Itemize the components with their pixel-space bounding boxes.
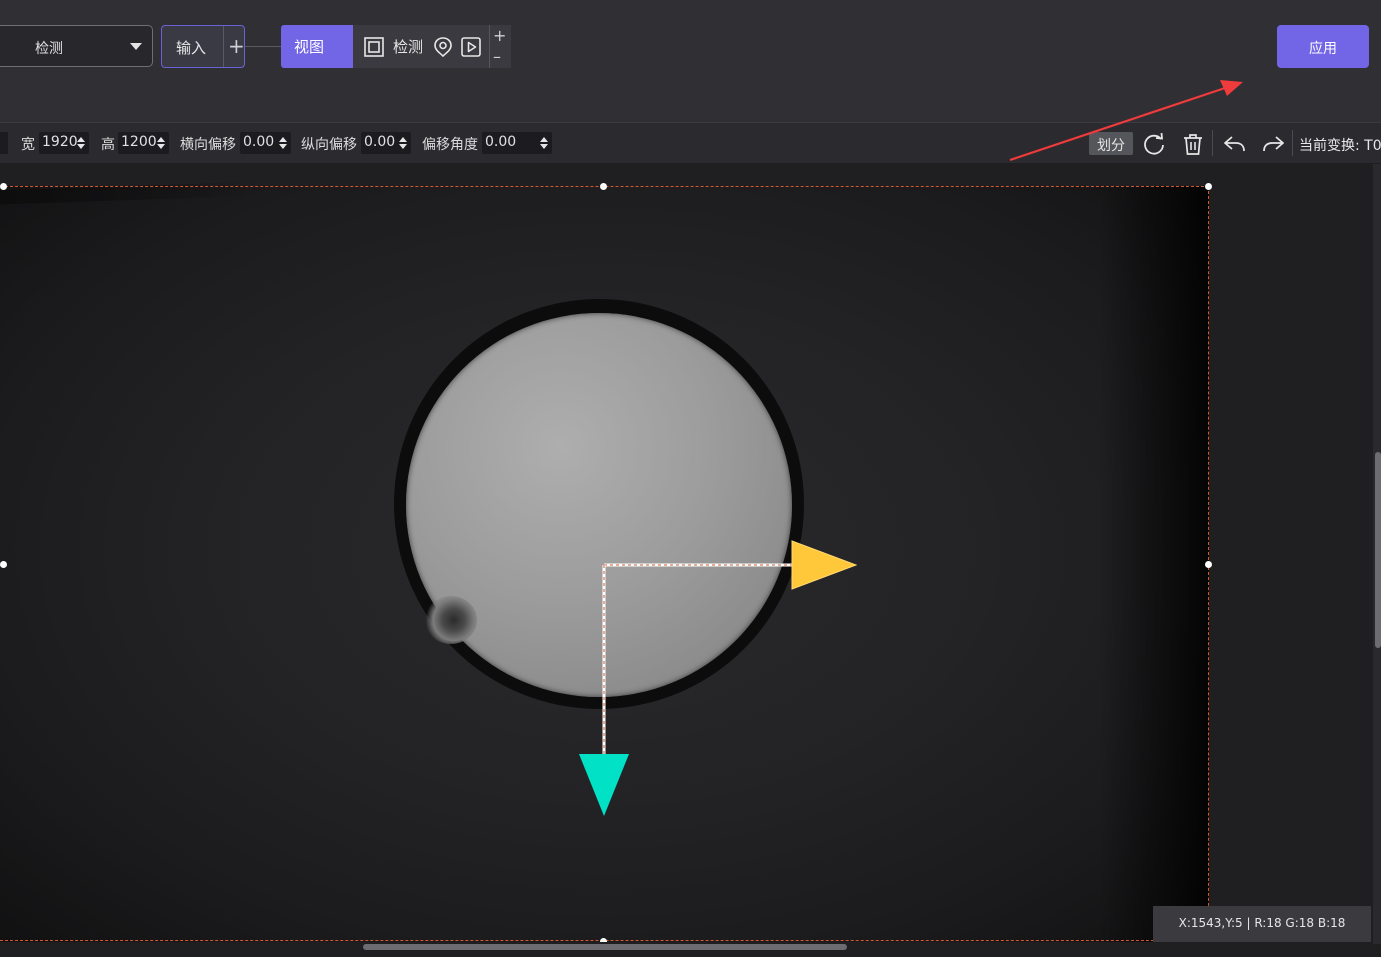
width-label: 宽 <box>21 137 35 153</box>
spinner-icon[interactable] <box>76 135 86 151</box>
width-input[interactable]: 1920 <box>39 132 89 154</box>
spinner-icon[interactable] <box>156 135 166 151</box>
height-value: 1200 <box>121 134 157 150</box>
input-node-label: 输入 <box>176 39 207 57</box>
horizontal-scroll-thumb[interactable] <box>363 944 847 950</box>
input-node[interactable]: 输入 + <box>161 25 245 68</box>
node-connector <box>245 46 281 47</box>
spinner-icon[interactable] <box>398 135 408 151</box>
view-toolbar: 检测 <box>353 25 489 68</box>
angle-value: 0.00 <box>485 134 517 150</box>
angle-input[interactable]: 0.00 <box>482 132 552 154</box>
zoom-out-button[interactable]: – <box>493 49 501 65</box>
divider <box>1212 130 1213 156</box>
roi-selection[interactable] <box>0 186 1209 941</box>
v-offset-value: 0.00 <box>364 134 396 150</box>
divide-button-label: 划分 <box>1097 138 1125 154</box>
v-offset-label: 纵向偏移 <box>301 137 357 153</box>
v-offset-input[interactable]: 0.00 <box>361 132 411 154</box>
play-icon[interactable] <box>460 25 482 68</box>
pixel-info-text: X:1543,Y:5 | R:18 G:18 B:18 <box>1178 916 1346 930</box>
add-input-button[interactable]: + <box>228 34 245 58</box>
resize-handle[interactable] <box>0 561 7 568</box>
height-label: 高 <box>101 137 115 153</box>
apply-button[interactable]: 应用 <box>1277 25 1369 68</box>
resize-handle[interactable] <box>0 183 7 190</box>
divider <box>1292 130 1293 156</box>
chevron-down-icon <box>130 43 142 50</box>
view-button[interactable]: 视图 <box>281 25 353 68</box>
zoom-controls: + – <box>489 25 511 68</box>
h-offset-input[interactable]: 0.00 <box>240 132 291 154</box>
trash-icon[interactable] <box>1180 131 1206 157</box>
divide-button[interactable]: 划分 <box>1089 132 1133 155</box>
width-value: 1920 <box>42 134 78 150</box>
resize-handle[interactable] <box>1205 183 1212 190</box>
undo-icon[interactable] <box>1222 131 1248 157</box>
spinner-icon[interactable] <box>278 135 288 151</box>
h-offset-value: 0.00 <box>243 134 275 150</box>
redo-icon[interactable] <box>1260 131 1286 157</box>
vertical-scroll-thumb[interactable] <box>1375 452 1381 648</box>
location-pin-icon[interactable] <box>433 25 453 68</box>
divider <box>223 26 224 67</box>
mode-select[interactable]: 检测 <box>0 25 153 67</box>
detect-tool-label: 检测 <box>393 38 424 56</box>
resize-handle[interactable] <box>1205 561 1212 568</box>
mode-select-value: 检测 <box>35 41 63 57</box>
zoom-in-button[interactable]: + <box>493 28 506 44</box>
apply-button-label: 应用 <box>1309 41 1337 57</box>
view-button-label: 视图 <box>294 38 325 56</box>
height-input[interactable]: 1200 <box>118 132 169 154</box>
pixel-info-panel: X:1543,Y:5 | R:18 G:18 B:18 <box>1153 906 1371 942</box>
angle-label: 偏移角度 <box>422 137 478 153</box>
crop-frame-icon[interactable] <box>363 25 385 68</box>
spinner-icon[interactable] <box>539 135 549 151</box>
field-stub <box>0 132 8 154</box>
h-offset-label: 横向偏移 <box>180 137 236 153</box>
detect-tool[interactable]: 检测 <box>393 25 423 68</box>
resize-handle[interactable] <box>600 183 607 190</box>
refresh-icon[interactable] <box>1141 131 1167 157</box>
current-transform-label: 当前变换: T0 <box>1299 138 1381 154</box>
